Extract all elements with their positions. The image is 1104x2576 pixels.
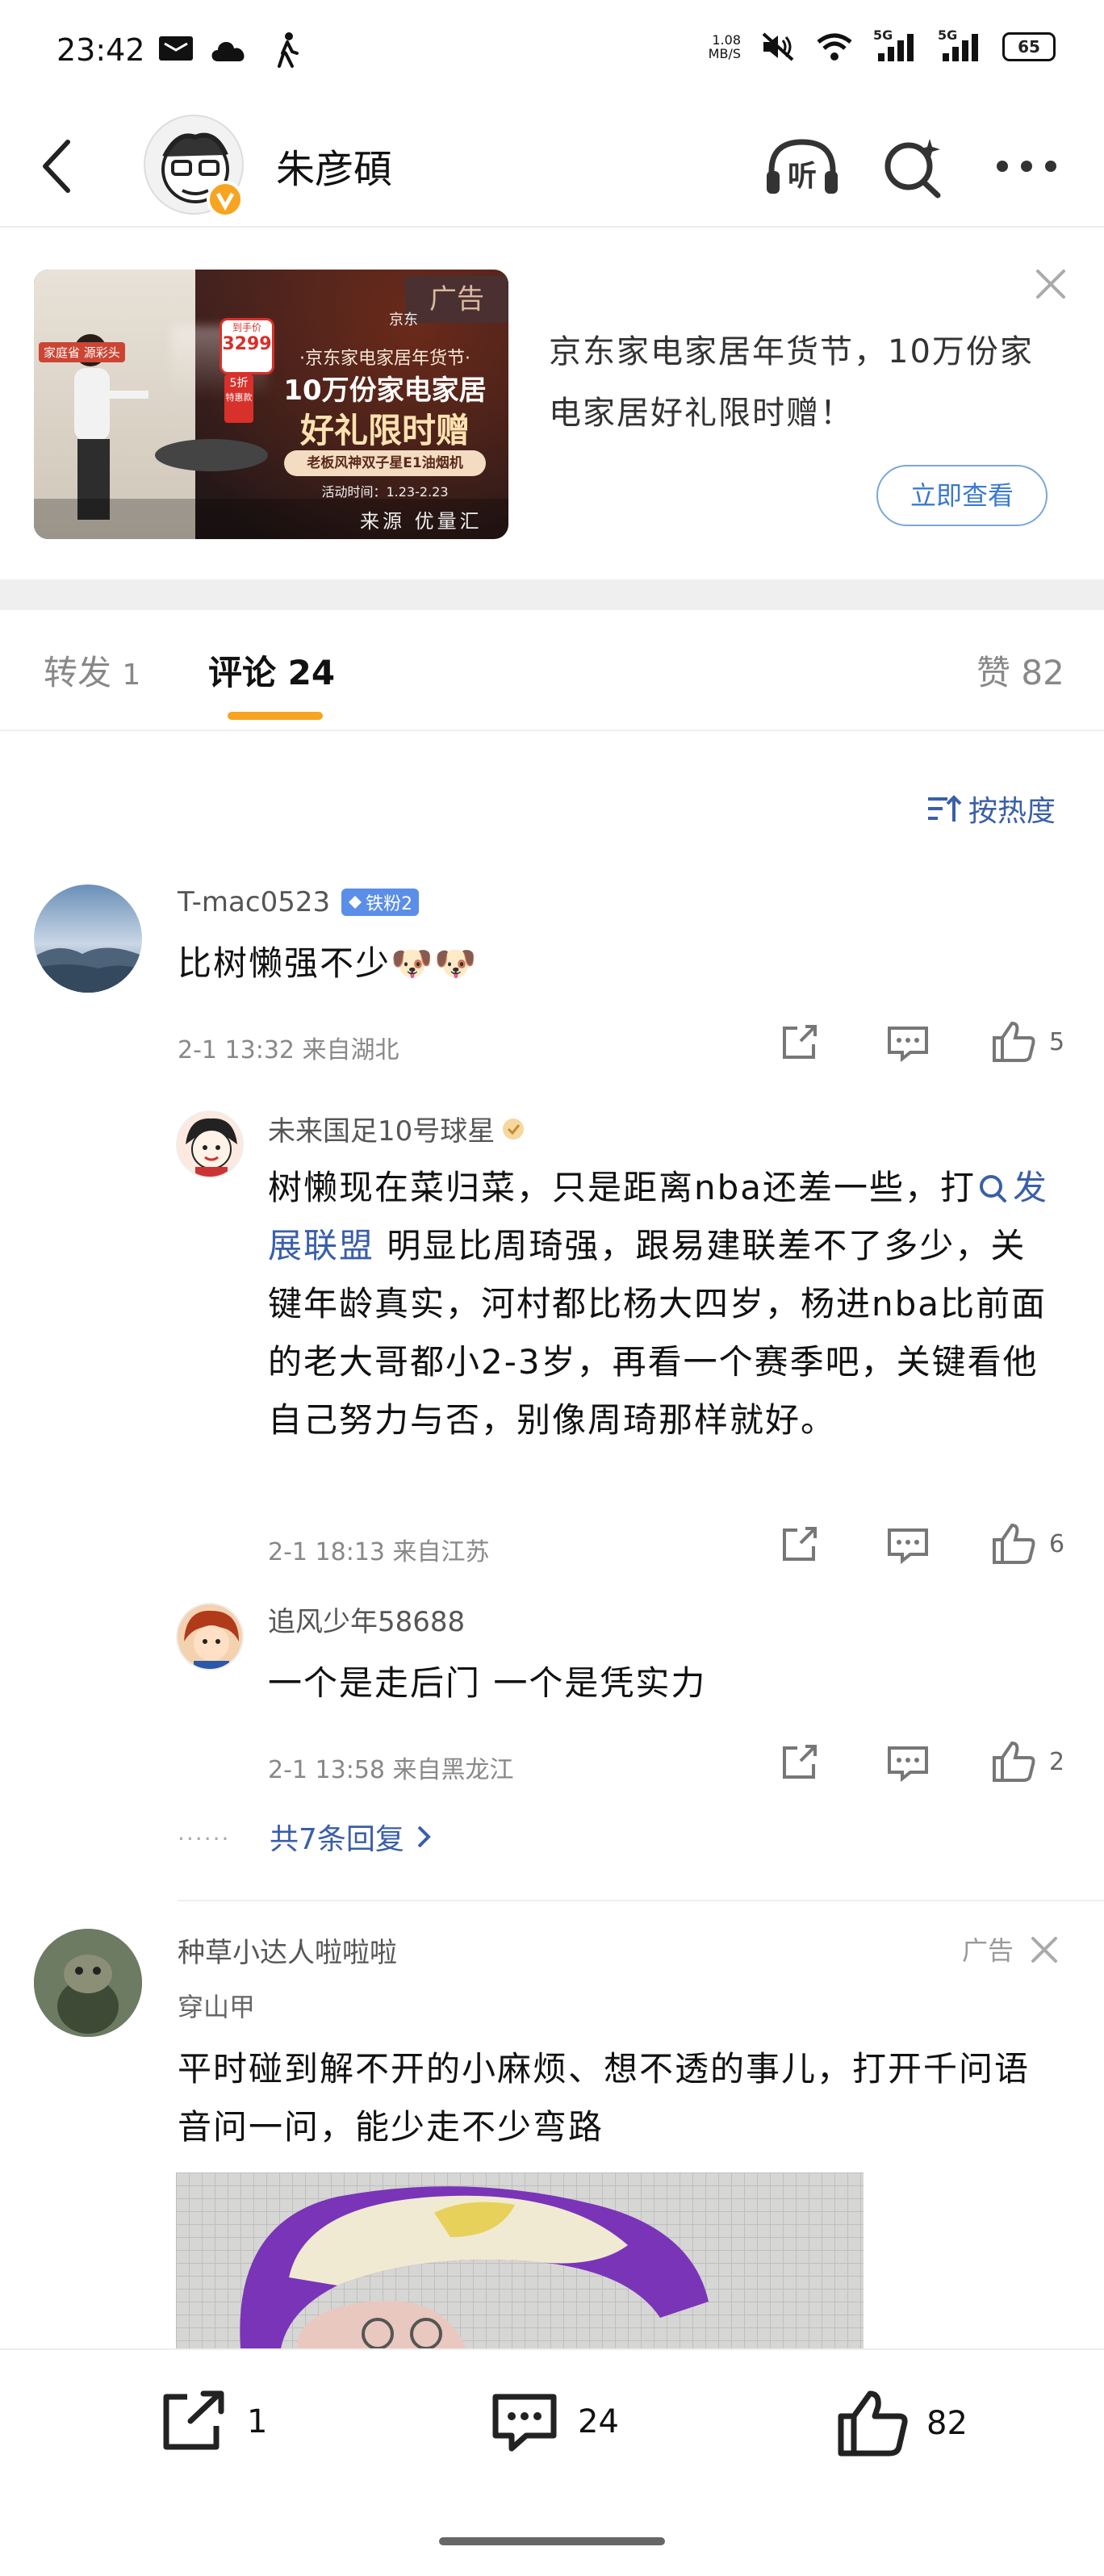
reply-avatar[interactable]: [176, 1603, 244, 1671]
reply-user[interactable]: 追风少年58688: [268, 1600, 465, 1639]
thread-dots: ······: [178, 1825, 231, 1852]
comment-meta: 2-1 13:32 来自湖北: [178, 1036, 399, 1064]
ad-period: 活动时间：1.23-2.23: [321, 484, 449, 500]
reply-comment-button[interactable]: [886, 1025, 930, 1062]
reply-avatar[interactable]: [176, 1110, 244, 1178]
walking-icon: [273, 32, 302, 68]
comment-icon: [492, 2394, 557, 2452]
ad-source: 来源 优量汇: [360, 510, 483, 533]
cloud-icon: [208, 34, 250, 63]
comment-user[interactable]: T-mac0523 铁粉2: [178, 886, 420, 918]
back-button[interactable]: [37, 137, 76, 195]
level-icon: [503, 1118, 525, 1140]
tab-bar: [0, 610, 1104, 731]
tab-likes[interactable]: 赞 82: [976, 646, 1064, 695]
ad-headline-2: 好礼限时赠: [299, 411, 470, 450]
ad-comment-tag: 广告: [962, 1935, 1014, 1966]
sort-by-hot-button[interactable]: 按热度: [926, 788, 1056, 830]
thumbs-up-icon: [993, 1523, 1035, 1564]
search-icon: [980, 1175, 1007, 1202]
user-name[interactable]: 朱彦碩: [276, 137, 392, 194]
ad-headline-1: 10万份家电家居: [283, 374, 487, 407]
like-comment-button[interactable]: 5: [991, 1020, 1064, 1064]
ad-headline-small: ·京东家电家居年货节·: [299, 349, 470, 369]
share-icon: [783, 1745, 817, 1779]
share-comment-button[interactable]: [780, 1023, 822, 1062]
diamond-icon: [349, 896, 362, 909]
ad-product: 老板风神双子星E1油烟机: [284, 450, 486, 476]
share-icon: [163, 2390, 224, 2450]
thumbs-up-icon: [838, 2390, 908, 2457]
comment-avatar[interactable]: [34, 884, 142, 993]
comment-icon: [888, 1027, 928, 1062]
repost-button[interactable]: 1: [157, 2389, 267, 2455]
fan-badge: 铁粉2: [341, 889, 420, 916]
section-divider: [0, 579, 1104, 610]
share-reply-button[interactable]: [780, 1525, 822, 1564]
ad-brand: 京东: [389, 312, 418, 328]
tab-active-indicator: [228, 712, 323, 720]
reply-user[interactable]: 未来国足10号球星: [268, 1109, 525, 1148]
net-speed: 1.08 MB/S: [708, 32, 741, 61]
ad-banner-tag: 广告: [405, 276, 508, 323]
verified-badge-icon: [207, 181, 244, 218]
mute-icon: [762, 32, 794, 61]
signal-icon-2: 5G: [938, 27, 983, 63]
reply-reply-button[interactable]: [886, 1745, 930, 1782]
sort-icon: [928, 795, 962, 822]
ad-left-tag: 家庭省 源彩头: [39, 342, 125, 362]
signal-icon-1: 5G: [873, 27, 918, 63]
view-now-button[interactable]: 立即查看: [876, 465, 1048, 526]
comment-icon: [888, 1746, 928, 1782]
ad-comment-image[interactable]: [176, 2172, 864, 2348]
thumbs-up-icon: [993, 1021, 1035, 1062]
close-ad-comment-icon[interactable]: [1028, 1934, 1060, 1966]
ad-comment-subtitle: 穿山甲: [178, 1992, 256, 2022]
like-reply-button[interactable]: 2: [991, 1740, 1064, 1784]
reply-text: 树懒现在菜归菜，只是距离nba还差一些，打 发展联盟 明显比周琦强，跟易建联差不了…: [268, 1168, 1049, 1440]
like-reply-button[interactable]: 6: [991, 1522, 1064, 1566]
ad-comment-avatar[interactable]: [34, 1929, 142, 2037]
more-icon[interactable]: [994, 158, 1059, 174]
ad-comment-user[interactable]: 种草小达人啦啦啦: [178, 1930, 397, 1970]
share-icon: [783, 1025, 817, 1059]
reply-meta: 2-1 18:13 来自江苏: [268, 1538, 490, 1566]
ad-comment-text: 平时碰到解不开的小麻烦、想不透的事儿，打开千问语音问一问，能少走不少弯路: [178, 2049, 1031, 2147]
wifi-icon: [817, 33, 852, 61]
status-time: 23:42: [56, 32, 145, 68]
battery-icon: 65: [1002, 32, 1056, 61]
reply-reply-button[interactable]: [886, 1527, 930, 1564]
thumbs-up-icon: [993, 1741, 1035, 1782]
comment-text: 比树懒强不少🐶🐶: [178, 943, 479, 983]
tab-repost[interactable]: 转发 1: [44, 646, 140, 695]
ad-banner-image[interactable]: 家庭省 源彩头 到手价 3299 5折 特惠款 广告 京东 ·京东家电家居年货节…: [34, 270, 508, 539]
reply-text: 一个是走后门 一个是凭实力: [268, 1663, 707, 1703]
comment-button[interactable]: 24: [487, 2389, 619, 2455]
close-ad-icon[interactable]: [1031, 265, 1070, 303]
svg-text:听: 听: [788, 160, 817, 193]
comment-divider: [178, 1900, 1104, 1901]
share-icon: [783, 1527, 817, 1561]
mail-notification-icon: [158, 36, 194, 61]
view-more-replies-button[interactable]: 共7条回复: [270, 1816, 433, 1858]
home-indicator[interactable]: [439, 2537, 665, 2545]
share-reply-button[interactable]: [780, 1743, 822, 1782]
status-indicators: 1.08 MB/S 5G 5G 65: [708, 27, 1056, 63]
search-ai-icon[interactable]: [880, 134, 947, 202]
ad-price-tag: 到手价 3299: [220, 318, 274, 374]
tab-comments[interactable]: 评论 24: [208, 646, 335, 695]
comment-icon: [888, 1528, 928, 1564]
chevron-right-icon: [417, 1825, 431, 1848]
reply-meta: 2-1 13:58 来自黑龙江: [268, 1756, 514, 1784]
ad-discount-tag: 5折 特惠款: [224, 374, 253, 423]
listen-button[interactable]: 听: [763, 136, 841, 200]
ad-title[interactable]: 京东家电家居年货节，10万份家电家居好礼限时赠！: [549, 321, 1049, 444]
like-button[interactable]: 82: [836, 2389, 968, 2458]
